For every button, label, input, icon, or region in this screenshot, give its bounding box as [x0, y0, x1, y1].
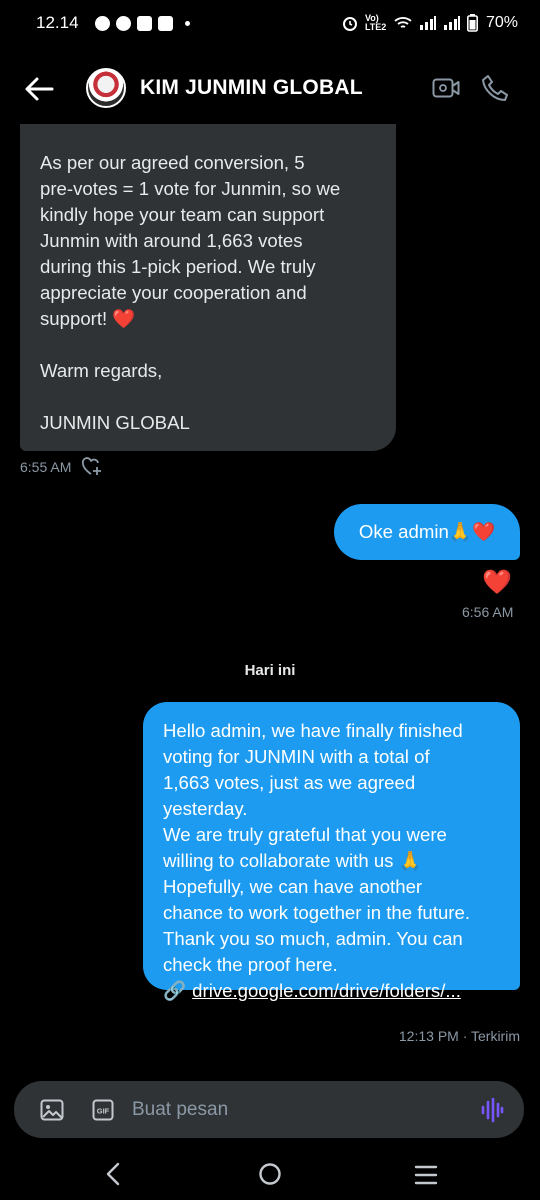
outgoing-message-bubble[interactable]: Oke admin🙏❤️	[334, 504, 520, 560]
back-arrow-icon[interactable]	[24, 76, 54, 102]
alarm-icon	[342, 17, 357, 31]
day-separator: Hari ini	[244, 662, 296, 679]
status-left: 12.14	[36, 13, 190, 33]
incoming-message-bubble[interactable]: As per our agreed conversion, 5 pre-vote…	[20, 124, 396, 451]
message-line: appreciate your cooperation and	[40, 282, 307, 303]
message-timestamp: 6:56 AM	[462, 604, 514, 620]
shopping-icon	[157, 15, 173, 31]
status-time: 12.14	[36, 13, 79, 32]
incoming-message-meta: 6:55 AM	[20, 457, 103, 477]
heart-reaction-emoji[interactable]: ❤️	[482, 568, 512, 597]
message-line: during this 1-pick period. We truly	[40, 256, 316, 277]
add-reaction-icon[interactable]	[81, 457, 103, 477]
message-composer: GIF	[14, 1081, 524, 1138]
whatsapp-icon	[94, 15, 110, 31]
message-line: check the proof here.	[163, 954, 338, 975]
chat-icon	[115, 15, 131, 31]
message-input[interactable]	[132, 1095, 462, 1125]
message-signature: JUNMIN GLOBAL	[40, 412, 190, 433]
message-line: chance to work together in the future.	[163, 902, 470, 923]
instagram-icon	[136, 15, 152, 31]
signal-2-icon	[443, 16, 460, 30]
contact-avatar[interactable]	[86, 68, 126, 108]
signal-icon	[419, 16, 436, 30]
heart-emoji: ❤️	[112, 308, 136, 329]
message-line: Hello admin, we have finally finished	[163, 720, 463, 741]
nav-back-icon[interactable]	[104, 1162, 124, 1186]
phone-call-icon[interactable]	[482, 74, 508, 102]
message-line: 1,663 votes, just as we agreed	[163, 772, 416, 793]
message-line: willing to collaborate with us 🙏	[163, 850, 422, 871]
link-icon: 🔗	[163, 980, 187, 1001]
message-line: As per our agreed conversion, 5	[40, 152, 305, 173]
message-line: Thank you so much, admin. You can	[163, 928, 463, 949]
message-line: Hopefully, we can have another	[163, 876, 423, 897]
message-timestamp: 6:55 AM	[20, 459, 72, 475]
message-closing: Warm regards,	[40, 360, 163, 381]
battery-percentage: 70%	[485, 14, 518, 31]
gif-label: GIF	[97, 1107, 110, 1116]
status-right: Vo) LTE2 70%	[341, 14, 518, 32]
drive-link[interactable]: drive.google.com/drive/folders/...	[192, 978, 461, 1004]
message-line: voting for JUNMIN with a total of	[163, 746, 430, 767]
message-line: support! ❤️	[40, 306, 376, 332]
more-notifications-dot-icon	[184, 20, 190, 26]
message-line: kindly hope your team can support	[40, 204, 325, 225]
system-navigation-bar	[0, 1150, 540, 1200]
link-line: 🔗 drive.google.com/drive/folders/...	[163, 978, 506, 1004]
message-line: Junmin with around 1,663 votes	[40, 230, 303, 251]
message-line: We are truly grateful that you were	[163, 824, 447, 845]
contact-name[interactable]: KIM JUNMIN GLOBAL	[140, 76, 363, 100]
volte-label: Vo) LTE2	[364, 13, 387, 32]
nav-home-icon[interactable]	[258, 1162, 282, 1186]
outgoing-message-bubble[interactable]: Hello admin, we have finally finished vo…	[143, 702, 520, 1001]
wifi-icon	[394, 17, 412, 28]
conversation-header: KIM JUNMIN GLOBAL	[0, 56, 540, 122]
nav-recents-icon[interactable]	[414, 1164, 438, 1186]
status-bar: 12.14 Vo) LTE2 70%	[0, 0, 540, 46]
voice-message-icon[interactable]	[480, 1097, 504, 1123]
message-status: 12:13 PM · Terkirim	[398, 1028, 520, 1044]
message-text: support!	[40, 308, 108, 329]
image-icon[interactable]	[40, 1099, 64, 1121]
battery-icon	[466, 14, 478, 32]
message-line: pre-votes = 1 vote for Junmin, so we	[40, 178, 341, 199]
gif-icon[interactable]: GIF	[92, 1099, 114, 1121]
message-thread[interactable]: As per our agreed conversion, 5 pre-vote…	[0, 124, 540, 1074]
video-call-icon[interactable]	[432, 76, 460, 100]
message-line: yesterday.	[163, 798, 248, 819]
